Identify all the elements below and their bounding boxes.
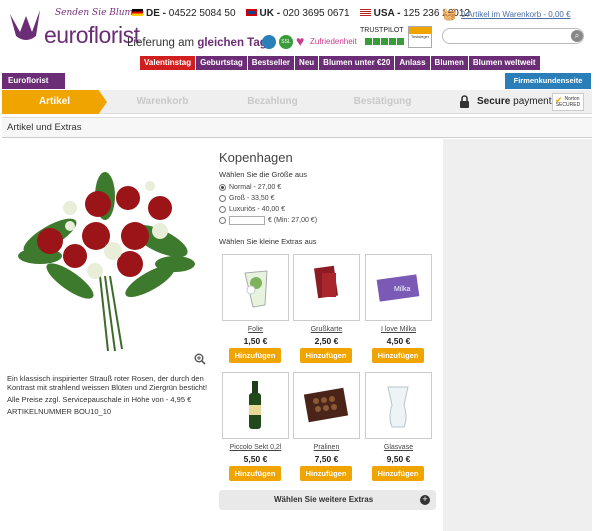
product-description: Ein klassisch inspirierter Strauß roter … [7, 374, 212, 419]
extra-price-glasvase: 9,50 € [386, 454, 411, 464]
service-fee-text: Alle Preise zzgl. Servicepauschale in Hö… [7, 395, 192, 404]
step-artikel: Artikel [2, 90, 107, 114]
radio-normal[interactable] [219, 184, 226, 191]
logo-icon[interactable] [6, 6, 44, 46]
search-icon[interactable]: ⌕ [571, 30, 583, 42]
extra-card-grusskarte[interactable] [293, 254, 360, 321]
tab-firmenkunden[interactable]: Firmenkundenseite [505, 73, 591, 89]
radio-luxurioes[interactable] [219, 206, 226, 213]
phone-de: DE - 04522 5084 50 [132, 8, 236, 19]
secure-payment-label: Secure payment [477, 96, 552, 107]
extra-name-pralinen[interactable]: Pralinen [293, 444, 360, 451]
nav-item-geburtstag[interactable]: Geburtstag [196, 56, 248, 70]
extra-name-folie[interactable]: Folie [222, 326, 289, 333]
basket-icon[interactable]: 🧺 [442, 8, 457, 20]
nav-item-valentinstag[interactable]: Valentinstag [140, 56, 197, 70]
logo-tagline: Senden Sie Blumen [55, 8, 145, 18]
norton-badge: Norton SECURED [552, 93, 584, 111]
milka-image: Milka [376, 274, 420, 302]
article-number: ARTIKELNUMMER BOU10_10 [7, 407, 112, 416]
step-bestaetigung: Bestätigung [353, 96, 412, 107]
size-option-custom[interactable]: € (Min: 27,00 €) [219, 216, 317, 225]
extra-price-folie: 1,50 € [243, 336, 268, 346]
nav-item-neu[interactable]: Neu [295, 56, 320, 70]
description-text: Ein klassisch inspirierter Strauß roter … [7, 374, 208, 392]
step-warenkorb: Warenkorb [136, 96, 189, 107]
lock-icon [460, 95, 469, 108]
flag-de-icon [132, 9, 143, 16]
size-option-gross[interactable]: Groß - 33,50 € [219, 195, 275, 202]
lock-badge-icon [262, 35, 276, 49]
section-title: Artikel und Extras [2, 117, 592, 138]
step-bezahlung: Bezahlung [247, 96, 298, 107]
nav-item-bestseller[interactable]: Bestseller [248, 56, 296, 70]
extra-card-piccolo[interactable] [222, 372, 289, 439]
foil-image [244, 270, 268, 308]
cart-summary-link[interactable]: 0 Artikel im Warenkorb - 0,00 € [461, 10, 571, 19]
delivery-promise: Lieferung am gleichen Tag [127, 37, 267, 49]
test-winner-badge: Testsieger [408, 26, 432, 48]
sekt-image [249, 381, 261, 429]
extra-name-grusskarte[interactable]: Grußkarte [293, 326, 360, 333]
phone-uk: UK - 020 3695 0671 [245, 8, 350, 19]
size-option-luxurioes[interactable]: Luxuriös - 40,00 € [219, 206, 285, 213]
main-nav: Valentinstag Geburtstag Bestseller Neu B… [140, 56, 540, 70]
extra-name-glasvase[interactable]: Glasvase [365, 444, 432, 451]
radio-gross[interactable] [219, 195, 226, 202]
size-label: Wählen Sie die Größe aus [219, 170, 307, 179]
extra-card-glasvase[interactable] [365, 372, 432, 439]
add-button-pralinen[interactable]: Hinzufügen [300, 466, 352, 481]
custom-amount-input[interactable] [229, 216, 265, 225]
add-button-milka[interactable]: Hinzufügen [372, 348, 424, 363]
nav-item-unter-20[interactable]: Blumen unter €20 [319, 56, 396, 70]
flag-uk-icon [245, 9, 257, 16]
plus-icon[interactable]: + [420, 495, 430, 505]
extra-card-milka[interactable]: Milka [365, 254, 432, 321]
nav-item-weltweit[interactable]: Blumen weltweit [469, 56, 540, 70]
radio-custom[interactable] [219, 217, 226, 224]
extras-label: Wählen Sie kleine Extras aus [219, 237, 317, 246]
add-button-piccolo[interactable]: Hinzufügen [229, 466, 281, 481]
extra-price-milka: 4,50 € [386, 336, 411, 346]
extra-price-piccolo: 5,50 € [243, 454, 268, 464]
extra-card-folie[interactable] [222, 254, 289, 321]
product-title: Kopenhagen [219, 150, 293, 165]
trustpilot-stars-icon [365, 38, 404, 45]
add-button-glasvase[interactable]: Hinzufügen [372, 466, 424, 481]
nav-item-anlass[interactable]: Anlass [395, 56, 431, 70]
satisfaction-badge: Zufriedenheit [296, 33, 357, 50]
search-input[interactable] [442, 28, 584, 44]
trustpilot-label: TRUSTPILOT [360, 27, 404, 34]
nav-item-blumen[interactable]: Blumen [431, 56, 469, 70]
tab-euroflorist[interactable]: Euroflorist [2, 73, 65, 89]
svg-text:Milka: Milka [394, 286, 410, 293]
card-image [314, 265, 338, 299]
logo-text[interactable]: euroflorist [44, 22, 140, 49]
extra-price-grusskarte: 2,50 € [314, 336, 339, 346]
extra-name-piccolo[interactable]: Piccolo Sekt 0,2l [222, 444, 289, 451]
zoom-icon[interactable] [194, 353, 206, 365]
right-side-panel [443, 139, 592, 531]
vase-image [387, 386, 409, 428]
more-extras-button[interactable]: Wählen Sie weitere Extras [219, 490, 436, 510]
add-button-grusskarte[interactable]: Hinzufügen [300, 348, 352, 363]
extra-card-pralinen[interactable] [293, 372, 360, 439]
phone-numbers: DE - 04522 5084 50 UK - 020 3695 0671 US… [132, 8, 470, 19]
extra-price-pralinen: 7,50 € [314, 454, 339, 464]
size-option-normal[interactable]: Normal - 27,00 € [219, 184, 281, 191]
ssl-badge: SSL [279, 35, 293, 49]
extra-name-milka[interactable]: I love Milka [365, 326, 432, 333]
pralinen-image [303, 387, 349, 423]
add-button-folie[interactable]: Hinzufügen [229, 348, 281, 363]
flag-usa-icon [359, 9, 371, 16]
bouquet-image [18, 172, 195, 352]
